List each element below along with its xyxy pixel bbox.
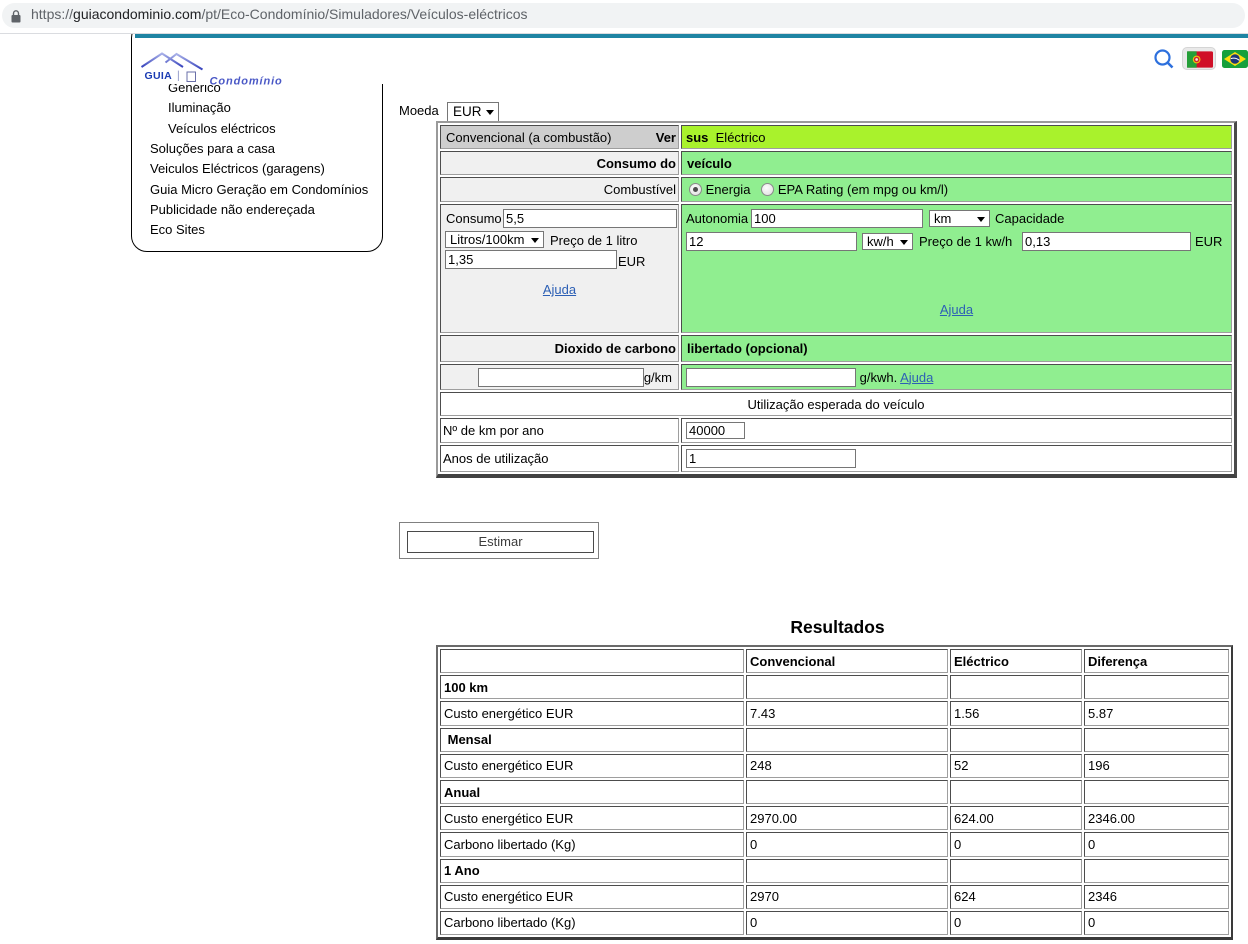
svg-text:GUIA: GUIA [145, 70, 173, 82]
svg-text:Condomínio: Condomínio [210, 76, 283, 88]
